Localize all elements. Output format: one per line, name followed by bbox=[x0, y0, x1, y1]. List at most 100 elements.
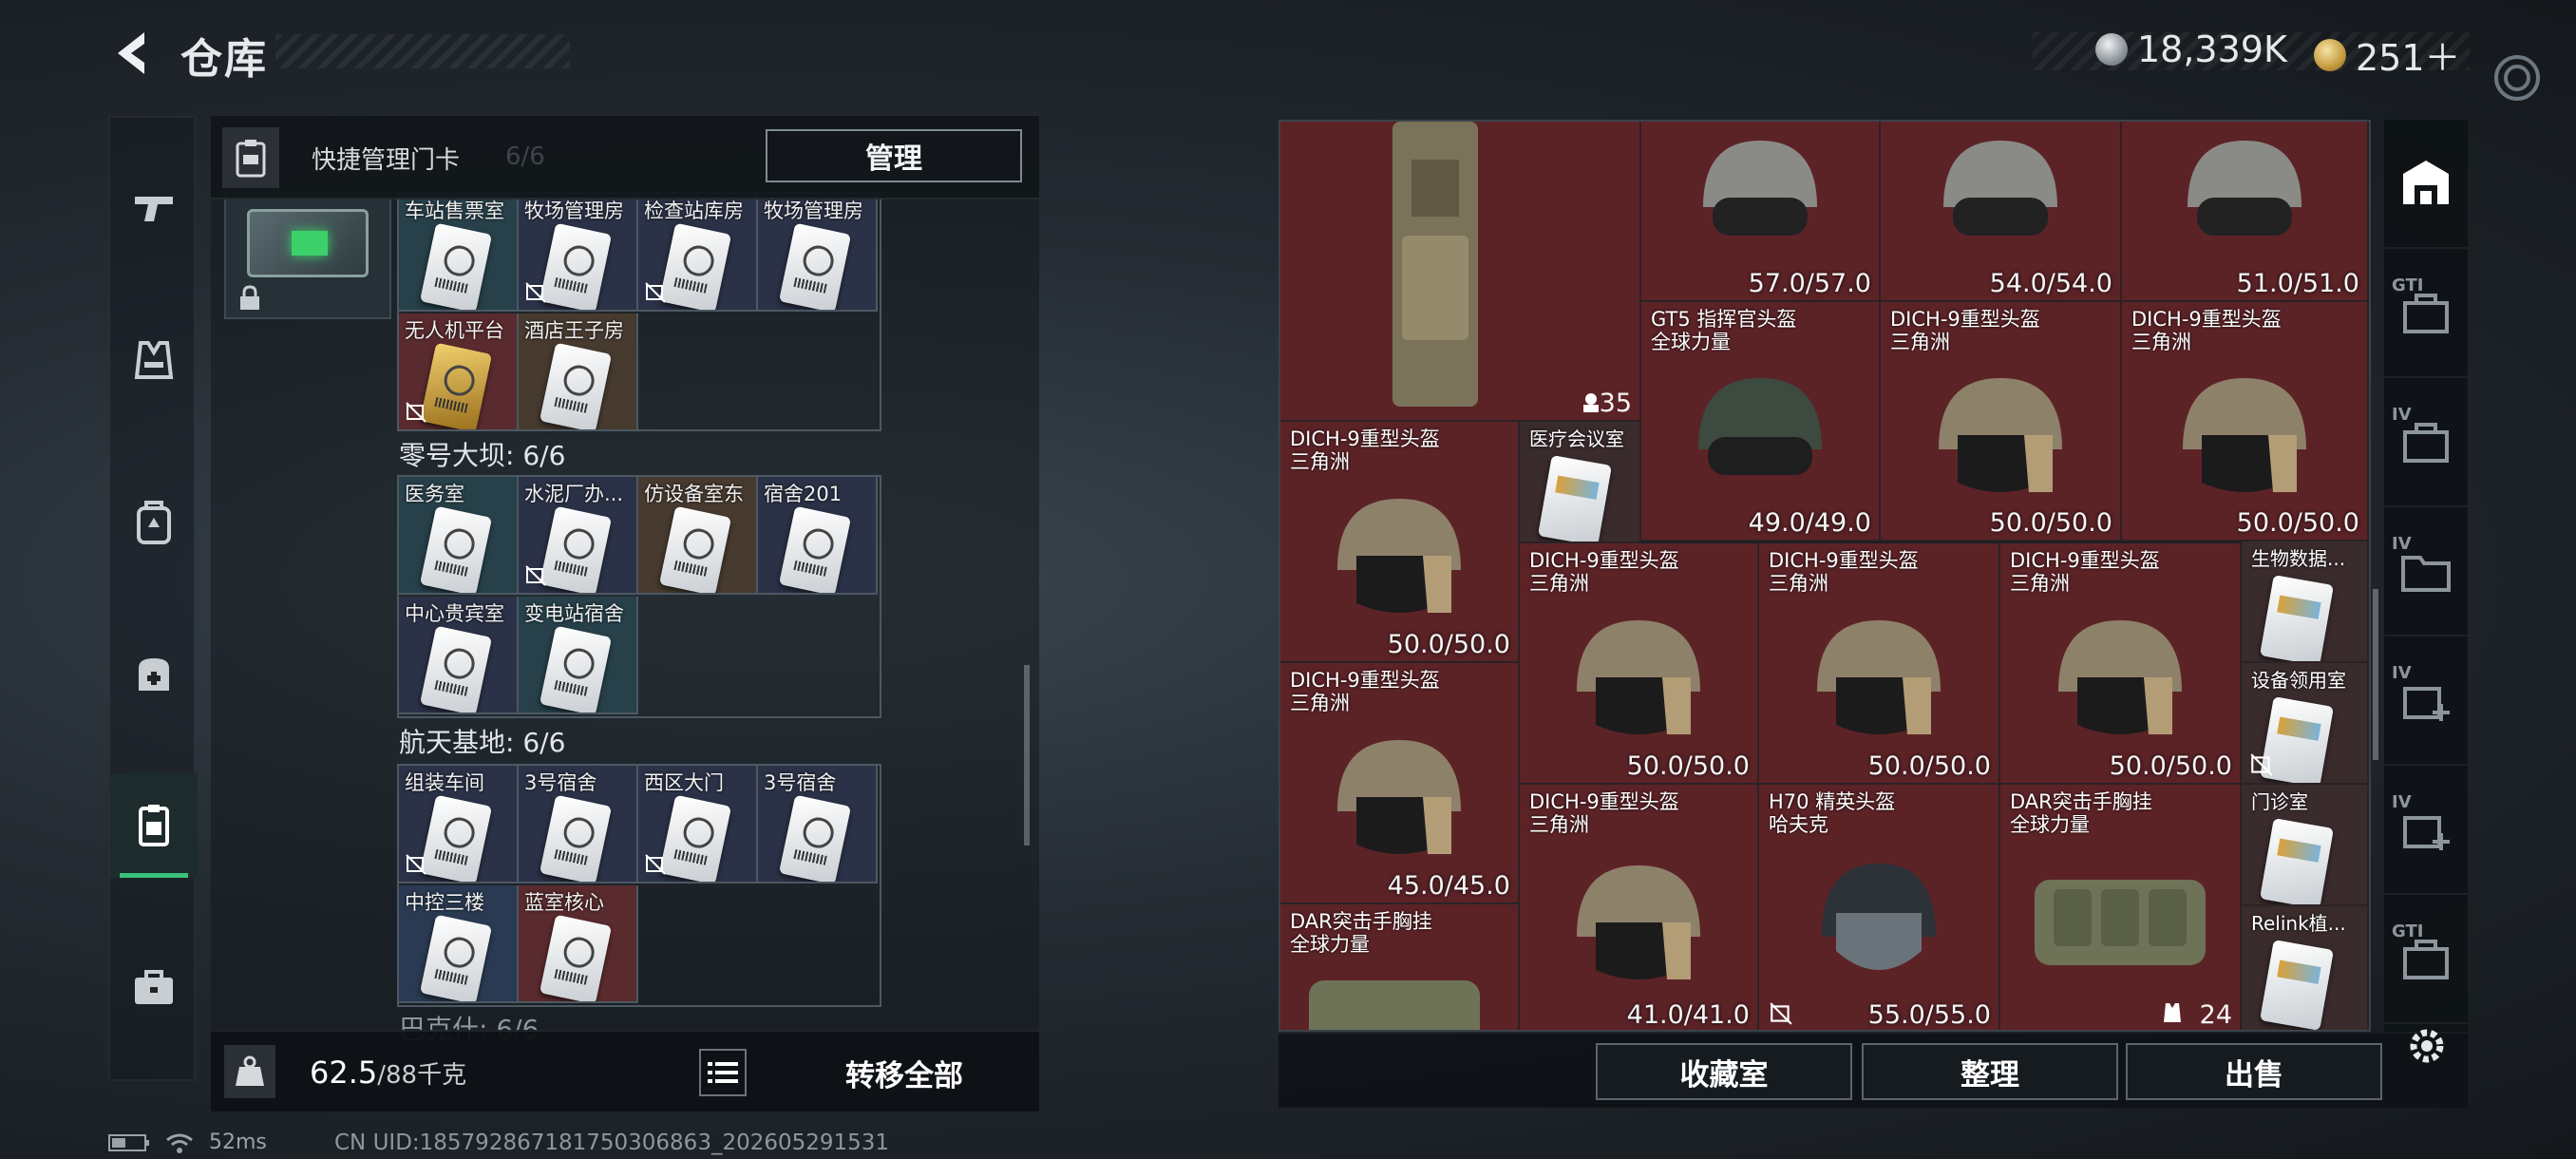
keycard-name: 门诊室 bbox=[2251, 790, 2308, 813]
pistol-icon bbox=[135, 197, 173, 221]
storage-tab-main[interactable] bbox=[2384, 120, 2468, 249]
sell-button[interactable]: 出售 bbox=[2126, 1043, 2382, 1100]
inventory-item-keycard[interactable]: 生物数据... bbox=[2242, 542, 2369, 663]
sort-button[interactable]: 整理 bbox=[1862, 1043, 2118, 1100]
no-trade-icon bbox=[2250, 753, 2273, 776]
collection-room-button[interactable]: 收藏室 bbox=[1596, 1043, 1852, 1100]
inventory-item-helmet[interactable]: 51.0/51.0 bbox=[2122, 122, 2369, 302]
quick-manage-label: 快捷管理门卡 bbox=[312, 146, 461, 175]
chest-rig-image bbox=[1309, 980, 1480, 1030]
gold-coin-icon bbox=[2314, 38, 2346, 71]
toolbox-icon bbox=[135, 970, 173, 1004]
keycard-image bbox=[539, 505, 613, 593]
keycard-image bbox=[658, 222, 732, 310]
weight-value: 62.5 bbox=[310, 1054, 378, 1091]
item-faction: 三角洲 bbox=[1890, 331, 1950, 353]
inventory-item-helmet[interactable]: DICH-9重型头盔 三角洲 50.0/50.0 bbox=[1759, 543, 2000, 785]
tab-level: IV bbox=[2392, 405, 2412, 425]
storage-tab-3[interactable]: IV bbox=[2384, 378, 2468, 507]
keycard-item[interactable]: 检查站库房 bbox=[638, 194, 758, 312]
item-faction: 三角洲 bbox=[1529, 813, 1589, 836]
item-durability: 57.0/57.0 bbox=[1748, 269, 1871, 298]
inventory-scrollbar[interactable] bbox=[2373, 589, 2378, 760]
target-icon[interactable] bbox=[2491, 51, 2544, 104]
inventory-item-chest-rig[interactable]: DAR突击手胸挂 全球力量 bbox=[1280, 904, 1520, 1030]
keycard-item[interactable]: 中控三楼 bbox=[399, 885, 519, 1003]
equipped-keycard-slot[interactable] bbox=[224, 192, 391, 319]
keycard-item[interactable]: 牧场管理房 bbox=[758, 194, 878, 312]
inventory-item-helmet[interactable]: DICH-9重型头盔 三角洲 50.0/50.0 bbox=[1881, 302, 2122, 542]
item-durability: 50.0/50.0 bbox=[1867, 751, 1991, 781]
keycard-item[interactable]: 车站售票室 bbox=[399, 194, 519, 312]
keycard-item[interactable]: 医务室 bbox=[399, 477, 519, 595]
inventory-item-helmet[interactable]: DICH-9重型头盔 三角洲 50.0/50.0 bbox=[1520, 543, 1759, 785]
keycard-item[interactable]: 牧场管理房 bbox=[519, 194, 638, 312]
keycard-image bbox=[2260, 940, 2334, 1030]
keycard-item[interactable]: 3号宿舍 bbox=[519, 766, 638, 884]
keycard-name: 3号宿舍 bbox=[764, 771, 837, 794]
storage-tab-5[interactable]: IV bbox=[2384, 636, 2468, 766]
storage-tab-6[interactable]: IV bbox=[2384, 766, 2468, 895]
vest-stack-count: 35 bbox=[1599, 389, 1632, 418]
storage-tab-2[interactable]: GTI bbox=[2384, 249, 2468, 378]
item-durability: 50.0/50.0 bbox=[2109, 751, 2232, 781]
wifi-icon bbox=[166, 1133, 193, 1153]
keycard-name: 中控三楼 bbox=[405, 891, 484, 914]
transfer-all-button[interactable]: 转移全部 bbox=[781, 1045, 1028, 1100]
inventory-item-helmet[interactable]: 57.0/57.0 bbox=[1641, 122, 1881, 302]
inventory-item-chest-rig[interactable]: DAR突击手胸挂 全球力量 24 bbox=[2000, 785, 2242, 1030]
inventory-item-helmet[interactable]: DICH-9重型头盔 三角洲 41.0/41.0 bbox=[1520, 785, 1759, 1030]
storage-tab-4[interactable]: IV bbox=[2384, 507, 2468, 636]
user-uid: CN UID:1857928671817503068​63_2026052915… bbox=[334, 1130, 890, 1155]
keycard-item[interactable]: 西区大门 bbox=[638, 766, 758, 884]
helmet-image bbox=[1698, 378, 1822, 475]
gold-currency[interactable]: 251＋ bbox=[2314, 28, 2461, 81]
keycard-scrollbar[interactable] bbox=[1024, 665, 1030, 846]
inventory-item-helmet[interactable]: DICH-9重型头盔 三角洲 45.0/45.0 bbox=[1280, 663, 1520, 904]
gold-amount: 251＋ bbox=[2356, 37, 2461, 79]
keycard-item[interactable]: 组装车间 bbox=[399, 766, 519, 884]
keycard-image bbox=[419, 342, 493, 429]
keycard-name: 牧场管理房 bbox=[764, 200, 863, 222]
inventory-item-helmet[interactable]: DICH-9重型头盔 三角洲 50.0/50.0 bbox=[2122, 302, 2369, 542]
item-durability: 45.0/45.0 bbox=[1387, 871, 1510, 901]
silver-currency[interactable]: 18,339K bbox=[2095, 28, 2287, 70]
rail-item-keycards[interactable] bbox=[110, 773, 198, 878]
keycard-item[interactable]: 变电站宿舍 bbox=[519, 597, 638, 714]
inventory-item-keycard[interactable]: 医疗会议室 bbox=[1520, 422, 1641, 543]
keycard-image bbox=[419, 505, 493, 593]
rail-item-armor[interactable] bbox=[110, 308, 198, 412]
keycard-item[interactable]: 水泥厂办... bbox=[519, 477, 638, 595]
keycard-name: 变电站宿舍 bbox=[524, 602, 624, 625]
back-arrow-icon[interactable] bbox=[106, 27, 160, 80]
manage-button[interactable]: 管理 bbox=[766, 129, 1022, 182]
battery-icon bbox=[108, 1133, 149, 1151]
rail-item-weapons[interactable] bbox=[110, 156, 198, 260]
list-icon[interactable] bbox=[699, 1049, 747, 1096]
inventory-item-helmet[interactable]: GT5 指挥官头盔 全球力量 49.0/49.0 bbox=[1641, 302, 1881, 542]
inventory-item-helmet[interactable]: 54.0/54.0 bbox=[1881, 122, 2122, 302]
helmet-image bbox=[1577, 865, 1700, 980]
item-durability: 50.0/50.0 bbox=[1626, 751, 1750, 781]
rail-item-backpack[interactable] bbox=[110, 469, 198, 574]
keycard-item[interactable]: 酒店王子房 bbox=[519, 314, 638, 431]
rail-item-misc[interactable] bbox=[110, 935, 198, 1039]
inventory-item-keycard[interactable]: 门诊室 bbox=[2242, 785, 2369, 906]
inventory-item-keycard[interactable]: 设备领用室 bbox=[2242, 663, 2369, 785]
keycard-item[interactable]: 仿设备室东 bbox=[638, 477, 758, 595]
inventory-item-helmet[interactable]: DICH-9重型头盔 三角洲 50.0/50.0 bbox=[1280, 422, 1520, 663]
keycard-item[interactable]: 宿舍201 bbox=[758, 477, 878, 595]
top-bar: 仓库 18,339K 251＋ bbox=[0, 0, 2576, 104]
inventory-item-vest[interactable]: 35 bbox=[1280, 122, 1641, 422]
keycard-item[interactable]: 3号宿舍 bbox=[758, 766, 878, 884]
inventory-item-keycard[interactable]: Relink植... bbox=[2242, 906, 2369, 1030]
rail-item-medical[interactable] bbox=[110, 621, 198, 726]
inventory-item-helmet[interactable]: H70 精英头盔 哈夫克 55.0/55.0 bbox=[1759, 785, 2000, 1030]
medkit-bag-icon bbox=[139, 658, 169, 691]
storage-tab-7[interactable]: GTI bbox=[2384, 895, 2468, 1024]
keycard-item[interactable]: 蓝室核心 bbox=[519, 885, 638, 1003]
settings-gear-icon[interactable] bbox=[2403, 1022, 2451, 1070]
inventory-item-helmet[interactable]: DICH-9重型头盔 三角洲 50.0/50.0 bbox=[2000, 543, 2242, 785]
keycard-item[interactable]: 无人机平台 bbox=[399, 314, 519, 431]
keycard-item[interactable]: 中心贵宾室 bbox=[399, 597, 519, 714]
